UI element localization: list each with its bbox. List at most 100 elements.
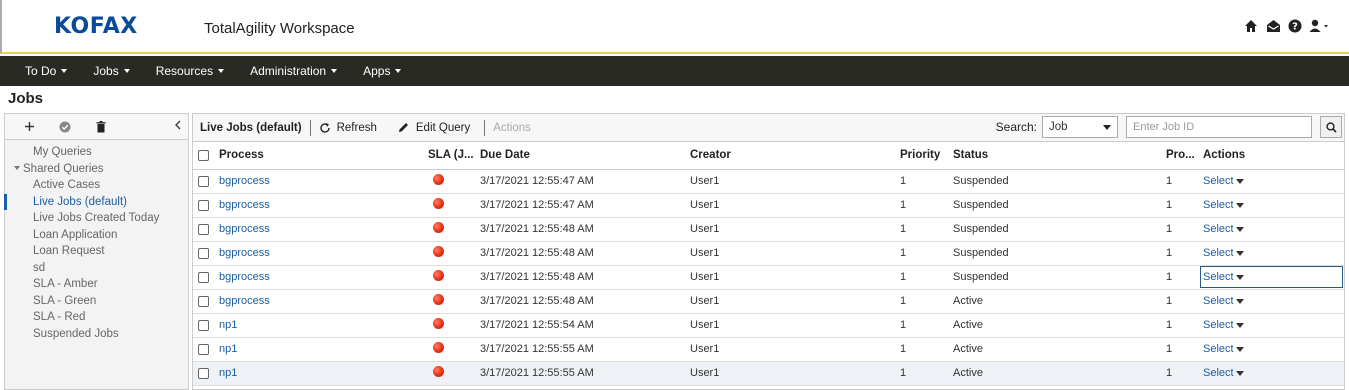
col-creator[interactable]: Creator [686, 142, 896, 170]
sla-red-icon [433, 198, 444, 209]
process-link[interactable]: np1 [219, 367, 237, 379]
process-link[interactable]: bgprocess [219, 295, 270, 307]
kofax-logo[interactable]: KOFAX [54, 14, 138, 39]
select-action-dropdown[interactable]: Select [1203, 319, 1344, 331]
jobs-toolbar: Live Jobs (default) Refresh Edit Query A… [193, 114, 1344, 142]
tree-item-my-queries[interactable]: My Queries [5, 144, 188, 161]
row-checkbox[interactable] [198, 295, 209, 307]
nav-jobs[interactable]: Jobs [93, 64, 130, 78]
sla-red-icon [433, 174, 444, 185]
row-checkbox[interactable] [198, 367, 209, 379]
col-priority[interactable]: Priority [896, 142, 949, 170]
row-checkbox[interactable] [198, 247, 209, 259]
user-icon[interactable] [1309, 18, 1331, 34]
select-all-header[interactable] [193, 142, 215, 170]
app-title: TotalAgility Workspace [204, 20, 355, 37]
select-label: Select [1203, 319, 1234, 331]
progress-cell: 1 [1162, 217, 1199, 242]
select-action-dropdown[interactable]: Select [1203, 367, 1344, 379]
tree-item-loan-application[interactable]: Loan Application [5, 227, 188, 244]
nav-administration[interactable]: Administration [250, 64, 338, 78]
col-status[interactable]: Status [949, 142, 1162, 170]
collapse-panel-button[interactable] [174, 119, 182, 134]
process-link[interactable]: bgprocess [219, 199, 270, 211]
search-button[interactable] [1320, 116, 1342, 138]
app-header: KOFAX TotalAgility Workspace ? [0, 0, 1349, 54]
process-link[interactable]: np1 [219, 343, 237, 355]
table-row[interactable]: np1 3/17/2021 12:55:54 AM User1 1 Active… [193, 313, 1344, 338]
tree-item-live-jobs-default[interactable]: Live Jobs (default) [4, 193, 188, 211]
table-row[interactable]: bgprocess 3/17/2021 12:55:48 AM User1 1 … [193, 289, 1344, 314]
creator-cell: User1 [686, 337, 896, 362]
process-link[interactable]: bgprocess [219, 175, 270, 187]
row-checkbox[interactable] [198, 271, 209, 283]
col-actions[interactable]: Actions [1199, 142, 1344, 170]
select-action-dropdown[interactable]: Select [1203, 295, 1344, 307]
row-checkbox[interactable] [198, 175, 209, 187]
delete-query-button[interactable] [83, 115, 119, 139]
chevron-down-icon [123, 69, 130, 73]
tree-item-sd[interactable]: sd [5, 260, 188, 277]
process-link[interactable]: bgprocess [219, 271, 270, 283]
inbox-icon[interactable] [1265, 18, 1281, 34]
nav-apps[interactable]: Apps [363, 64, 402, 78]
select-action-dropdown[interactable]: Select [1203, 343, 1344, 355]
table-row[interactable]: np1 3/17/2021 12:55:55 AM User1 1 Active… [193, 361, 1344, 386]
check-query-button[interactable] [47, 115, 83, 139]
row-checkbox[interactable] [198, 223, 209, 235]
process-link[interactable]: np1 [219, 319, 237, 331]
home-icon[interactable] [1243, 18, 1259, 34]
search-type-select[interactable]: Job [1042, 116, 1118, 138]
refresh-button[interactable]: Refresh [319, 122, 377, 134]
due-date-cell: 3/17/2021 12:55:55 AM [476, 361, 686, 386]
table-row[interactable]: bgprocess 3/17/2021 12:55:48 AM User1 1 … [193, 265, 1344, 290]
select-action-dropdown[interactable]: Select [1203, 271, 1344, 283]
tree-item-loan-request[interactable]: Loan Request [5, 243, 188, 260]
tree-item-suspended-jobs[interactable]: Suspended Jobs [5, 326, 188, 343]
tree-item-sla-red[interactable]: SLA - Red [5, 309, 188, 326]
tree-item-active-cases[interactable]: Active Cases [5, 177, 188, 194]
progress-cell: 1 [1162, 241, 1199, 266]
nav-label: Resources [155, 64, 214, 78]
tree-group-shared-queries[interactable]: Shared Queries [5, 161, 188, 178]
table-row[interactable]: bgprocess 3/17/2021 12:55:47 AM User1 1 … [193, 169, 1344, 194]
nav-todo[interactable]: To Do [25, 64, 68, 78]
help-icon[interactable]: ? [1287, 18, 1303, 34]
check-icon [59, 121, 71, 132]
col-sla[interactable]: SLA (J... [424, 142, 476, 170]
status-cell: Suspended [949, 241, 1162, 266]
job-id-input[interactable]: Enter Job ID [1126, 116, 1312, 138]
process-link[interactable]: bgprocess [219, 223, 270, 235]
row-checkbox[interactable] [198, 343, 209, 355]
tree-item-sla-amber[interactable]: SLA - Amber [5, 276, 188, 293]
add-query-button[interactable] [11, 115, 47, 139]
sla-red-icon [433, 294, 444, 305]
toolbar-divider [484, 119, 486, 136]
progress-cell: 1 [1162, 313, 1199, 338]
col-progress[interactable]: Pro... [1162, 142, 1199, 170]
table-row[interactable]: bgprocess 3/17/2021 12:55:47 AM User1 1 … [193, 193, 1344, 218]
process-link[interactable]: bgprocess [219, 247, 270, 259]
header-icons: ? [1243, 18, 1331, 34]
select-action-dropdown[interactable]: Select [1203, 199, 1344, 211]
select-label: Select [1203, 223, 1234, 235]
select-action-dropdown[interactable]: Select [1203, 175, 1344, 187]
col-due-date[interactable]: Due Date [476, 142, 686, 170]
nav-resources[interactable]: Resources [155, 64, 225, 78]
col-process[interactable]: Process [215, 142, 424, 170]
table-row[interactable]: np1 3/17/2021 12:55:55 AM User1 1 Active… [193, 337, 1344, 362]
creator-cell: User1 [686, 169, 896, 194]
tree-item-sla-green[interactable]: SLA - Green [5, 293, 188, 310]
row-checkbox[interactable] [198, 199, 209, 211]
select-action-dropdown[interactable]: Select [1203, 247, 1344, 259]
table-row[interactable]: bgprocess 3/17/2021 12:55:48 AM User1 1 … [193, 217, 1344, 242]
due-date-cell: 3/17/2021 12:55:48 AM [476, 289, 686, 314]
search-type-value: Job [1049, 121, 1068, 133]
actions-button[interactable]: Actions [493, 122, 531, 134]
tree-item-live-jobs-today[interactable]: Live Jobs Created Today [5, 210, 188, 227]
select-action-dropdown[interactable]: Select [1203, 223, 1344, 235]
select-all-checkbox[interactable] [198, 149, 209, 161]
row-checkbox[interactable] [198, 319, 209, 331]
edit-query-button[interactable]: Edit Query [397, 121, 470, 134]
table-row[interactable]: bgprocess 3/17/2021 12:55:48 AM User1 1 … [193, 241, 1344, 266]
